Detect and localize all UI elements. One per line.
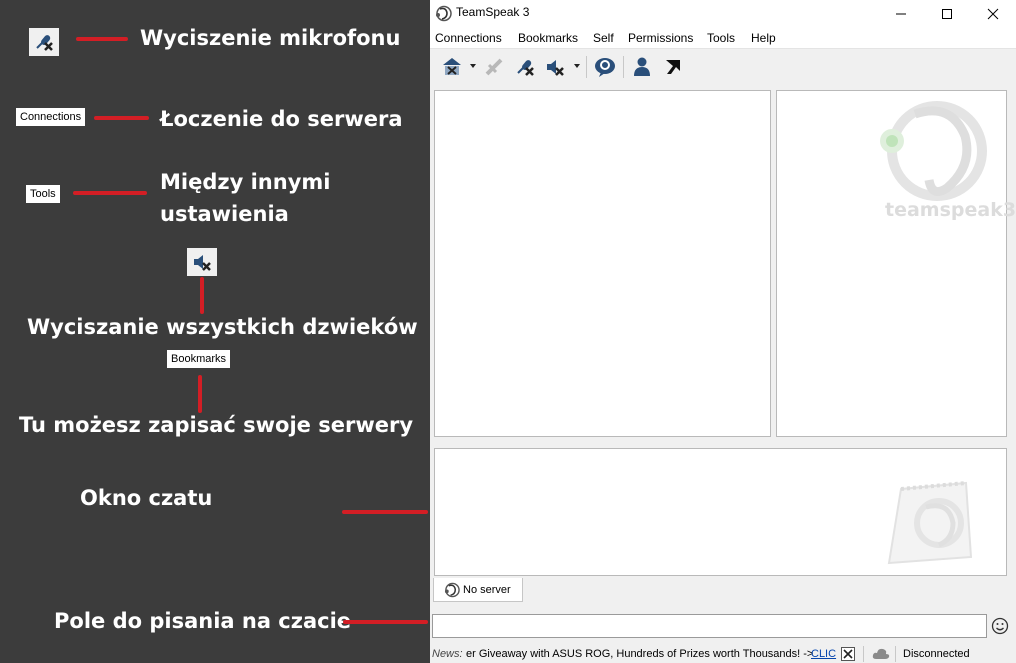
news-ticker: er Giveaway with ASUS ROG, Hundreds of P… [466,648,814,660]
pointer-line [94,116,149,120]
menu-help[interactable]: Help [751,31,776,45]
pointer-line [342,510,428,514]
pointer-line [200,277,204,314]
status-separator [895,646,896,662]
status-separator [863,646,864,662]
annotation-connections-desc: Łoczenie do serwera [160,107,403,131]
chat-tab-label: No server [463,584,511,596]
mute-microphone-icon[interactable] [512,54,538,80]
annotation-chat-window: Okno czatu [80,486,213,510]
pointer-line [76,37,128,41]
mute-speakers-icon[interactable] [542,54,568,80]
menu-connections[interactable]: Connections [435,31,502,45]
connect-dropdown-icon[interactable] [470,64,476,68]
menu-permissions[interactable]: Permissions [628,31,693,45]
menu-bar: Connections Bookmarks Self Permissions T… [430,27,1016,49]
news-link[interactable]: CLIC [811,648,836,660]
annotation-bookmarks-box: Bookmarks [167,350,231,368]
channel-tree-panel[interactable] [434,90,771,437]
annotation-tools-desc-1: Między innymi [160,170,331,194]
emoji-icon[interactable] [990,616,1010,636]
annotation-chat-input: Pole do pisania na czacie [54,609,352,633]
annotation-tools-desc-2: ustawienia [160,202,289,226]
teamspeak-logo-icon [444,582,460,598]
annotation-mute-all: Wyciszanie wszystkich dzwieków [27,315,418,339]
cloud-icon [872,648,890,659]
toolbar [430,50,1016,83]
disconnect-icon[interactable] [481,54,507,80]
connect-icon[interactable] [439,54,465,80]
pointer-line [343,620,428,624]
watermark-text: teamspeak3 [885,199,1016,221]
chat-tab-server[interactable]: No server [433,578,523,602]
annotation-tools-box: Tools [26,185,60,203]
close-button[interactable] [970,0,1016,27]
title-bar: TeamSpeak 3 [430,0,1016,27]
chat-message-input[interactable] [432,614,987,638]
annotation-connections-box: Connections [16,108,86,126]
maximize-button[interactable] [924,0,970,27]
pointer-line [198,375,202,413]
status-bar: News: er Giveaway with ASUS ROG, Hundred… [430,644,1016,663]
teamspeak-logo-icon [435,5,452,22]
mute-microphone-icon [29,28,59,56]
speakers-dropdown-icon[interactable] [574,64,580,68]
menu-tools[interactable]: Tools [707,31,735,45]
toolbar-separator [586,56,587,78]
mute-speakers-icon [187,248,217,276]
toolbar-separator [623,56,624,78]
annotation-mute-mic: Wyciszenie mikrofonu [140,26,401,50]
news-close-icon[interactable] [841,647,855,661]
server-info-panel: teamspeak3 [776,90,1016,437]
pointer-line [73,191,147,195]
chat-watermark-icon [887,481,973,565]
connection-status: Disconnected [903,648,970,660]
menu-bookmarks[interactable]: Bookmarks [518,31,578,45]
annotation-panel: Wyciszenie mikrofonu Connections Łoczeni… [0,0,430,663]
whisper-icon[interactable] [660,54,686,80]
away-status-icon[interactable] [592,54,618,80]
menu-self[interactable]: Self [593,31,614,45]
minimize-button[interactable] [878,0,924,27]
chat-window[interactable] [434,448,1007,576]
teamspeak-window: TeamSpeak 3 Connections Bookmarks Self P… [430,0,1016,663]
window-title: TeamSpeak 3 [456,5,530,19]
annotation-bookmarks-desc: Tu możesz zapisać swoje serwery [19,413,414,437]
contacts-icon[interactable] [629,54,655,80]
news-label: News: [432,648,463,660]
